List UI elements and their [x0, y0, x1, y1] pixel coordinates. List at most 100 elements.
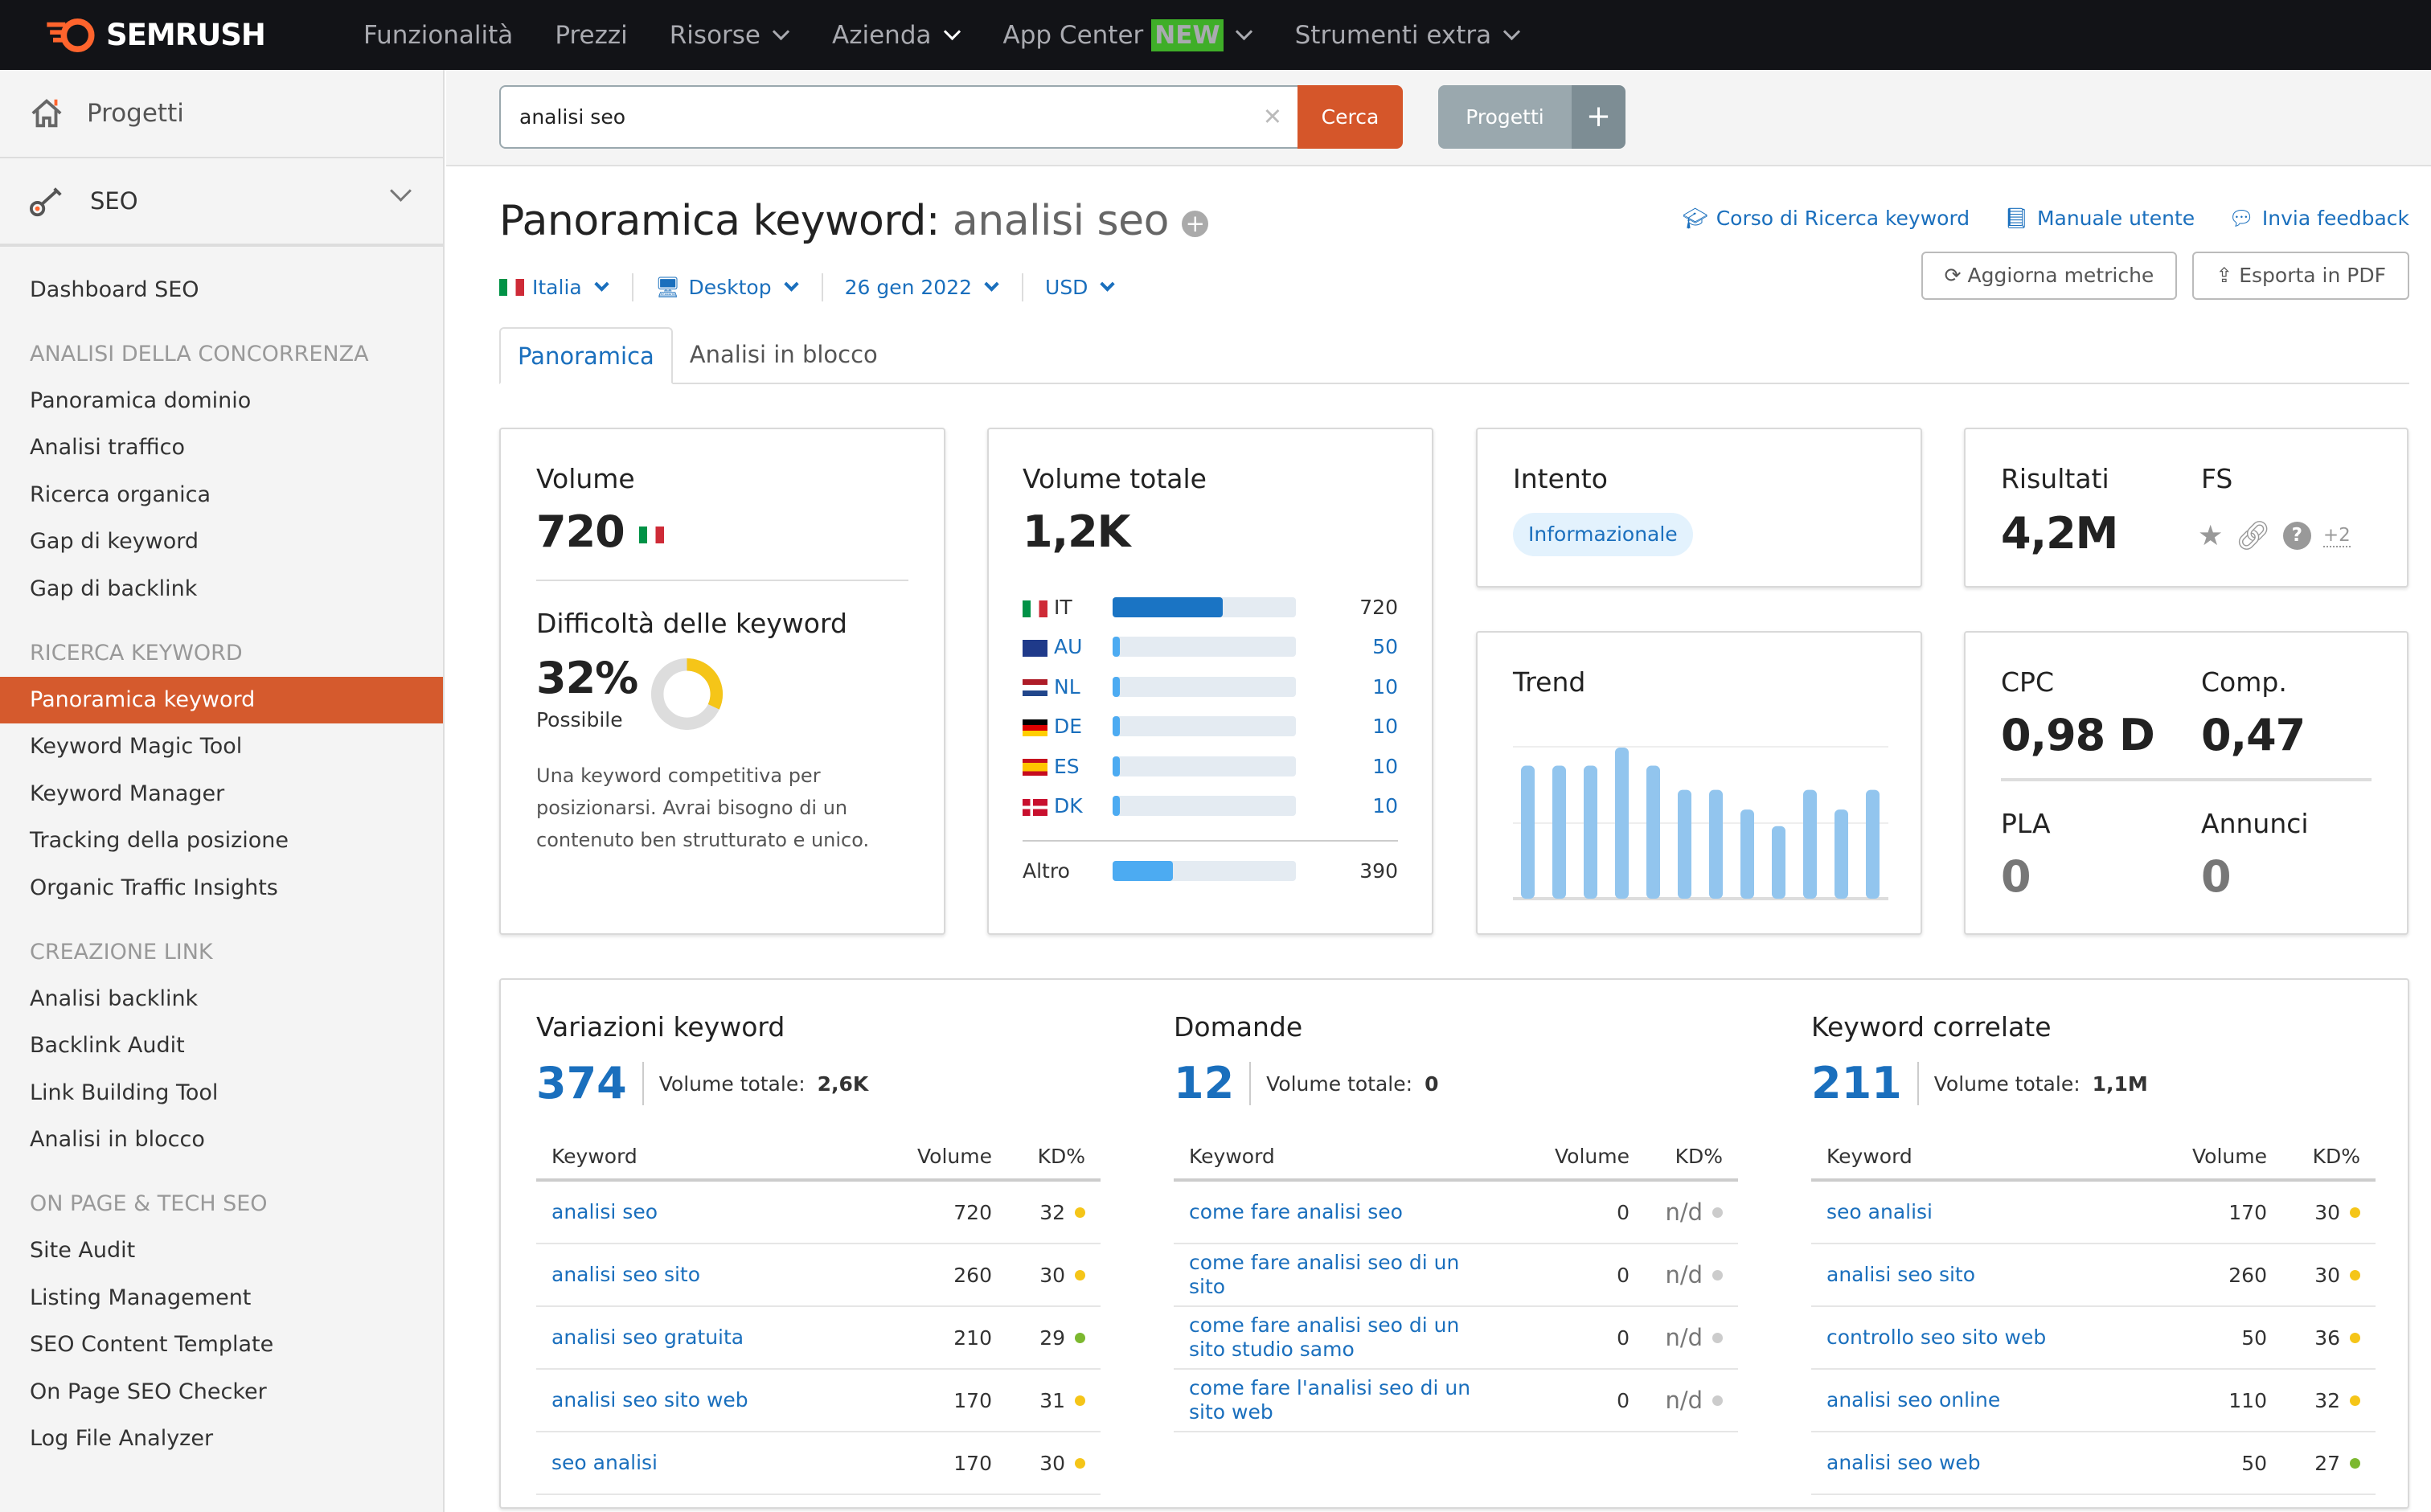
section-title[interactable]: Variazioni keyword [536, 1011, 1101, 1043]
add-project-button[interactable]: + [1572, 85, 1625, 149]
tab-panoramica[interactable]: Panoramica [499, 327, 673, 384]
country-row[interactable]: ES 10 [1023, 752, 1398, 781]
country-row[interactable]: DK 10 [1023, 792, 1398, 820]
search-button[interactable]: Cerca [1297, 85, 1403, 149]
keyword-link[interactable]: analisi seo gratuita [551, 1326, 868, 1350]
search-input[interactable]: analisi seo ✕ [499, 85, 1299, 149]
section-title[interactable]: Keyword correlate [1811, 1011, 2376, 1043]
sidebar-item[interactable]: Ricerca organica [0, 472, 443, 519]
sidebar-item[interactable]: Log File Analyzer [0, 1416, 443, 1463]
nav-azienda[interactable]: Azienda [832, 21, 961, 50]
kd-dot [1075, 1457, 1085, 1469]
sidebar-item[interactable]: Panoramica dominio [0, 378, 443, 425]
nav-funzionalità[interactable]: Funzionalità [363, 21, 513, 50]
kd-dot [2350, 1207, 2360, 1218]
chevron-down-icon [772, 23, 790, 41]
sidebar-item[interactable]: SEO Content Template [0, 1321, 443, 1369]
star-icon: ★ [2198, 519, 2224, 552]
it-flag-icon [1023, 600, 1047, 617]
tab-analisi-in-blocco[interactable]: Analisi in blocco [673, 327, 895, 383]
keyword-link[interactable]: come fare l'analisi seo di un sito web [1189, 1376, 1506, 1424]
section-count[interactable]: 374 [536, 1062, 644, 1105]
keyword-link[interactable]: controllo seo sito web [1826, 1326, 2143, 1350]
sidebar-item[interactable]: Listing Management [0, 1275, 443, 1322]
sidebar-item[interactable]: Backlink Audit [0, 1022, 443, 1070]
italy-flag-icon [638, 526, 664, 543]
country-filter[interactable]: Italia [499, 273, 633, 301]
chevron-down-icon[interactable] [390, 180, 412, 202]
section-keyword-correlate: Keyword correlate 211 Volume totale: 1,1M Ke… [1811, 1011, 2376, 1495]
kd-dot [1712, 1332, 1723, 1343]
sidebar-item[interactable]: On Page SEO Checker [0, 1369, 443, 1416]
sidebar-heading: CREAZIONE LINK [30, 939, 213, 965]
country-row[interactable]: DE 10 [1023, 712, 1398, 740]
nav-strumenti-extra[interactable]: Strumenti extra [1295, 21, 1522, 50]
sidebar-item[interactable]: Site Audit [0, 1227, 443, 1275]
sidebar-item[interactable]: Dashboard SEO [0, 267, 443, 314]
keyword-link[interactable]: analisi seo sito web [551, 1388, 868, 1412]
table-row: come fare l'analisi seo di un sito web 0 n… [1174, 1370, 1738, 1432]
sidebar-seo-section[interactable]: SEO [0, 158, 443, 247]
currency-filter[interactable]: USD [1023, 273, 1138, 301]
country-row[interactable]: NL 10 [1023, 673, 1398, 701]
trend-bar [1803, 789, 1817, 899]
sidebar-item[interactable]: Gap di keyword [0, 518, 443, 566]
keyword-link[interactable]: come fare analisi seo [1189, 1200, 1506, 1224]
sidebar-item[interactable]: Tracking della posizione [0, 817, 443, 865]
link-icon: 🔗︎ [2235, 520, 2271, 552]
sidebar-item[interactable]: Analisi traffico [0, 424, 443, 472]
nav-prezzi[interactable]: Prezzi [555, 21, 627, 50]
country-row[interactable]: AU 50 [1023, 633, 1398, 661]
help-link[interactable]: 💬︎ Invia feedback [2228, 207, 2409, 231]
projects-button[interactable]: Progetti [1438, 85, 1572, 149]
date-filter[interactable]: 26 gen 2022 [823, 273, 1024, 301]
section-title[interactable]: Domande [1174, 1011, 1738, 1043]
sidebar-item[interactable]: Keyword Manager [0, 771, 443, 818]
sidebar-item[interactable]: Analisi in blocco [0, 1117, 443, 1164]
table-header: Keyword Volume KD% [1811, 1133, 2376, 1182]
kd-gauge [650, 658, 724, 731]
keyword-link[interactable]: come fare analisi seo di un sito studio … [1189, 1313, 1506, 1362]
add-icon[interactable]: + [1181, 210, 1208, 237]
au-flag-icon [1023, 639, 1047, 657]
sidebar-projects[interactable]: Progetti [0, 70, 443, 158]
keyword-link[interactable]: analisi seo [551, 1200, 868, 1224]
keyword-link[interactable]: analisi seo sito [1826, 1263, 2143, 1287]
keyword-sections-card: Variazioni keyword 374 Volume totale: 2,6K K… [499, 978, 2409, 1509]
nav-app-center[interactable]: App Center NEW [1003, 18, 1253, 51]
clear-icon[interactable]: ✕ [1263, 87, 1282, 147]
sidebar-item[interactable]: Analisi backlink [0, 976, 443, 1023]
volume-bar [1113, 756, 1296, 776]
keyword-link[interactable]: analisi seo web [1826, 1451, 2143, 1475]
sidebar-item[interactable]: Panoramica keyword [0, 676, 443, 724]
sidebar-item[interactable]: Gap di backlink [0, 566, 443, 613]
chevron-down-icon [1503, 23, 1521, 41]
refresh-metrics-button[interactable]: ⟳ Aggiorna metriche [1921, 252, 2178, 300]
trend-bar [1584, 765, 1597, 899]
sidebar-item[interactable]: Organic Traffic Insights [0, 865, 443, 912]
export-pdf-button[interactable]: ⇪ Esporta in PDF [2192, 252, 2409, 300]
keyword-link[interactable]: come fare analisi seo di un sito [1189, 1251, 1506, 1299]
chevron-down-icon [943, 23, 961, 41]
section-count[interactable]: 12 [1174, 1062, 1252, 1105]
kd-dot [2350, 1395, 2360, 1406]
help-link[interactable]: 🎓︎ Corso di Ricerca keyword [1683, 207, 1970, 231]
help-link[interactable]: 📘︎ Manuale utente [2003, 207, 2195, 231]
device-filter[interactable]: 🖥︎ Desktop [633, 273, 823, 301]
nav-risorse[interactable]: Risorse [670, 21, 790, 50]
sidebar-item[interactable]: Link Building Tool [0, 1070, 443, 1117]
semrush-logo[interactable]: SEMRUSH [43, 18, 354, 52]
question-icon: ? [2282, 522, 2311, 550]
sidebar-item[interactable]: Keyword Magic Tool [0, 723, 443, 771]
table-row: analisi seo gratuita 210 29 [536, 1307, 1101, 1370]
section-count[interactable]: 211 [1811, 1062, 1919, 1105]
other-row: Altro 390 [1023, 859, 1398, 883]
table-row: analisi seo sito 260 30 [536, 1244, 1101, 1307]
trend-chart [1513, 746, 1888, 900]
keyword-link[interactable]: seo analisi [551, 1451, 868, 1475]
fs-more[interactable]: +2 [2322, 525, 2351, 547]
table-row: seo analisi 170 30 [1811, 1182, 2376, 1244]
keyword-link[interactable]: analisi seo online [1826, 1388, 2143, 1412]
keyword-link[interactable]: analisi seo sito [551, 1263, 868, 1287]
keyword-link[interactable]: seo analisi [1826, 1200, 2143, 1224]
